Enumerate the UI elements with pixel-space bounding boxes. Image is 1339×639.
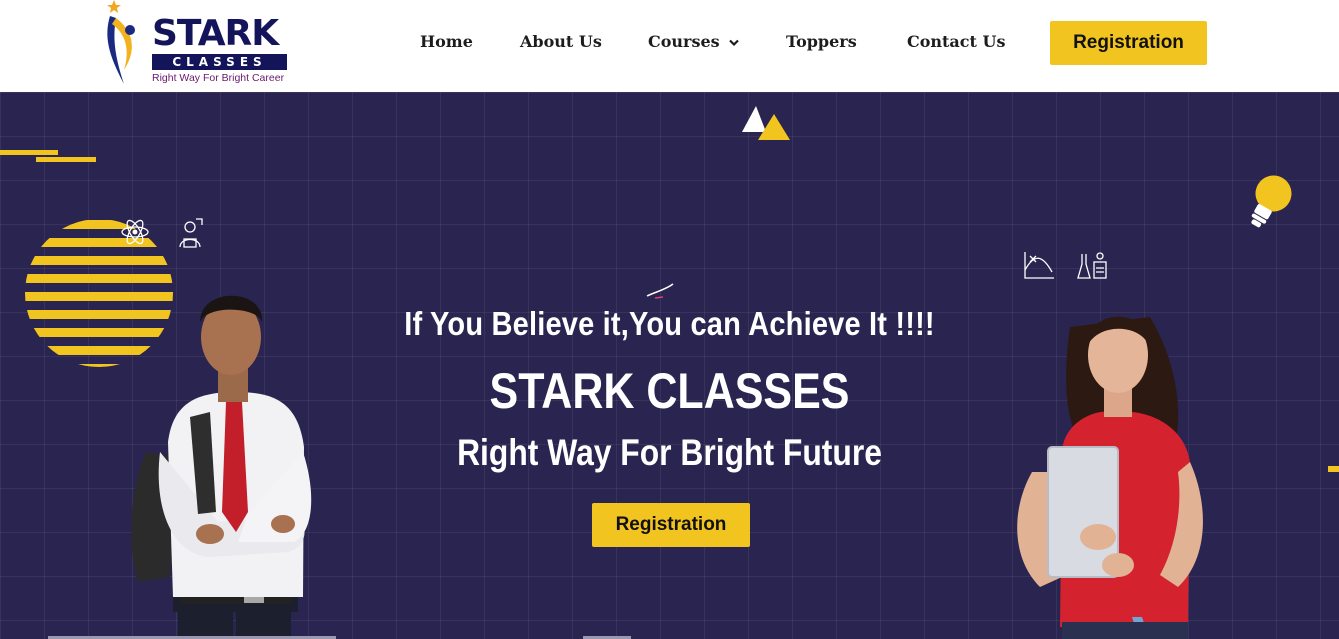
atom-icon bbox=[121, 219, 149, 245]
hero-subtitle: Right Way For Bright Future bbox=[457, 432, 882, 473]
header-registration-button[interactable]: Registration bbox=[1050, 21, 1207, 65]
decorative-dash-right bbox=[1328, 466, 1339, 472]
decorative-dashes bbox=[0, 150, 96, 162]
nav-home[interactable]: Home bbox=[420, 31, 473, 53]
hero-title: STARK CLASSES bbox=[489, 363, 850, 419]
hero-registration-button[interactable]: Registration bbox=[592, 503, 750, 547]
lightbulb-icon bbox=[1251, 175, 1292, 228]
nav-contact-us[interactable]: Contact Us bbox=[907, 31, 1005, 53]
nav-about-us[interactable]: About Us bbox=[520, 31, 602, 53]
site-header: STARK CLASSES Right Way For Bright Caree… bbox=[0, 0, 1339, 92]
nav-toppers[interactable]: Toppers bbox=[786, 31, 857, 53]
decorative-stroke bbox=[646, 283, 674, 299]
graph-icon bbox=[1024, 252, 1054, 279]
nav-courses[interactable]: Courses bbox=[648, 31, 740, 53]
hero-banner: If You Believe it,You can Achieve It !!!… bbox=[0, 92, 1339, 639]
nav-courses-label: Courses bbox=[648, 32, 720, 51]
triangle-icon bbox=[742, 106, 790, 140]
chevron-down-icon bbox=[729, 39, 740, 46]
lab-icon bbox=[1077, 252, 1107, 279]
hero-quote: If You Believe it,You can Achieve It !!!… bbox=[404, 305, 935, 342]
scientist-icon bbox=[179, 218, 203, 248]
